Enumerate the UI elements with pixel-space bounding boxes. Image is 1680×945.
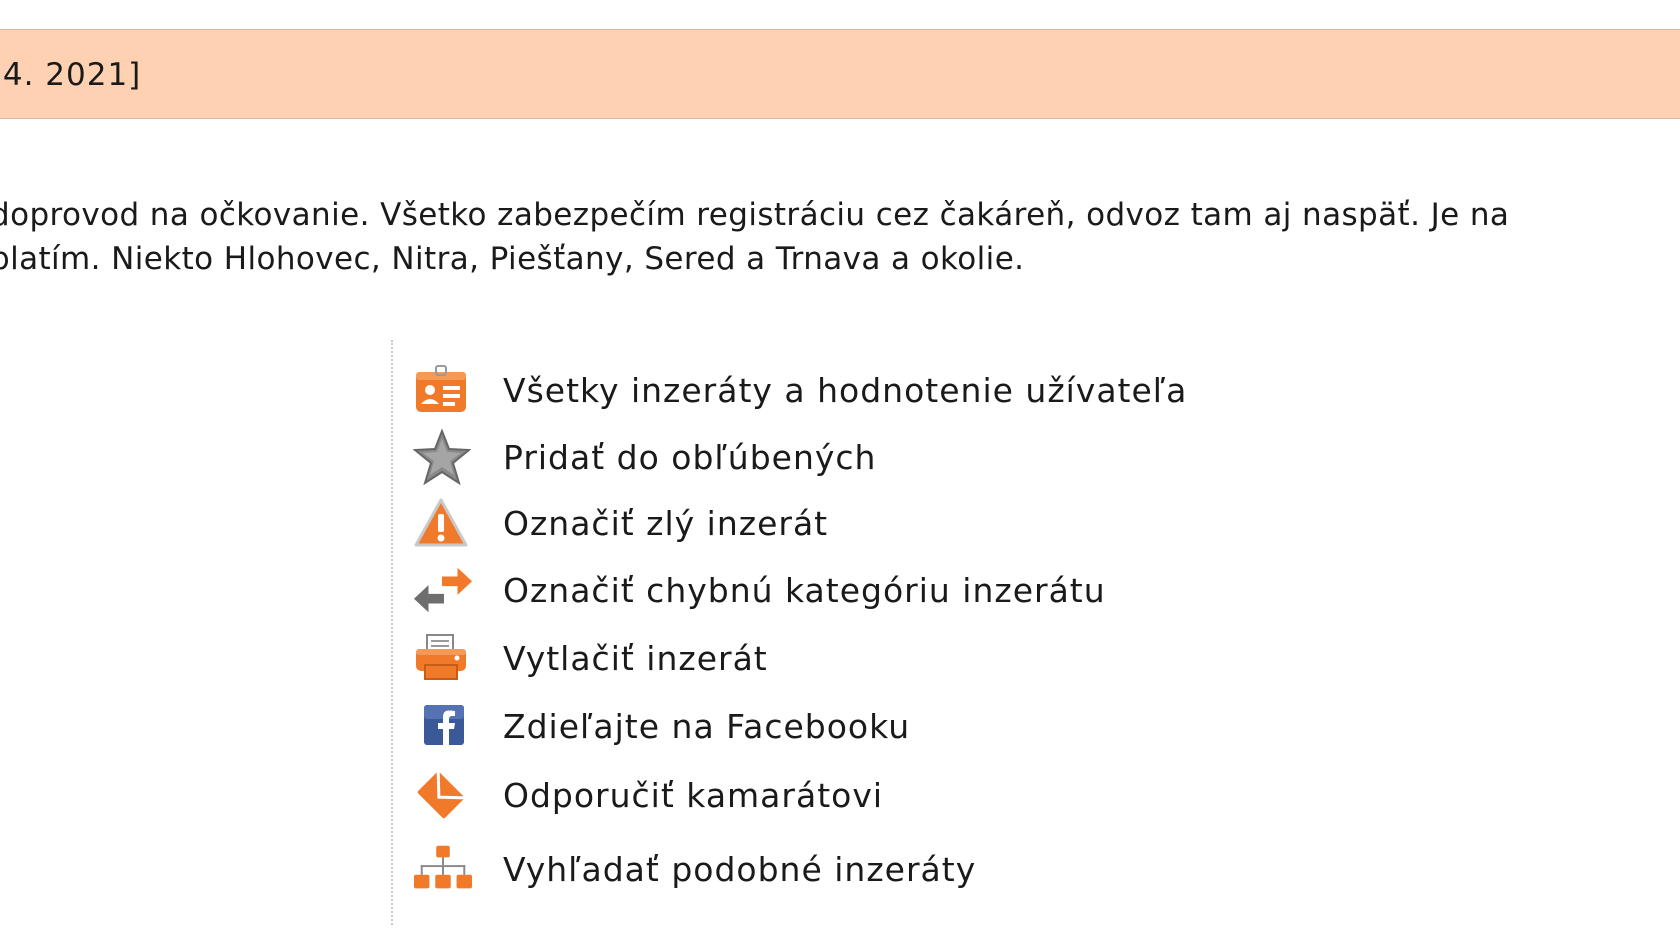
page: .4. 2021] doprovod na očkovanie. Všetko … [0, 0, 1680, 945]
action-label: Všetky inzeráty a hodnotenie užívateľa [503, 370, 1188, 410]
action-add-favorites[interactable]: Pridať do obľúbených [413, 429, 876, 485]
action-report-ad[interactable]: Označiť zlý inzerát [413, 495, 828, 551]
description-line-2: platím. Niekto Hlohovec, Nitra, Piešťany… [0, 241, 1025, 277]
action-recommend-friend[interactable]: Odporučiť kamarátovi [413, 767, 883, 823]
swap-arrows-icon [413, 562, 473, 618]
action-label: Vytlačiť inzerát [503, 638, 768, 678]
action-share-facebook[interactable]: Zdieľajte na Facebooku [413, 698, 910, 754]
facebook-icon [413, 698, 473, 754]
action-label: Zdieľajte na Facebooku [503, 706, 911, 746]
warning-icon [413, 495, 473, 551]
action-find-similar[interactable]: Vyhľadať podobné inzeráty [413, 841, 976, 897]
action-label: Pridať do obľúbených [503, 437, 877, 477]
action-label: Odporučiť kamarátovi [503, 775, 884, 815]
action-report-category[interactable]: Označiť chybnú kategóriu inzerátu [413, 562, 1106, 618]
envelope-icon [413, 767, 473, 823]
star-icon [413, 429, 473, 485]
sitemap-icon [413, 841, 473, 897]
description-line-1: doprovod na očkovanie. Všetko zabezpečím… [0, 197, 1510, 233]
listing-actions-panel: Všetky inzeráty a hodnotenie užívateľa P… [391, 340, 1186, 925]
listing-date: .4. 2021] [0, 57, 142, 93]
listing-description: doprovod na očkovanie. Všetko zabezpečím… [0, 193, 1680, 281]
action-print-ad[interactable]: Vytlačiť inzerát [413, 630, 768, 686]
action-label: Označiť zlý inzerát [503, 503, 829, 543]
action-label: Označiť chybnú kategóriu inzerátu [503, 570, 1106, 610]
printer-icon [413, 630, 473, 686]
listing-header-bar: .4. 2021] [0, 29, 1680, 119]
action-label: Vyhľadať podobné inzeráty [503, 849, 977, 889]
action-user-ads[interactable]: Všetky inzeráty a hodnotenie užívateľa [413, 362, 1187, 418]
user-card-icon [413, 362, 473, 418]
